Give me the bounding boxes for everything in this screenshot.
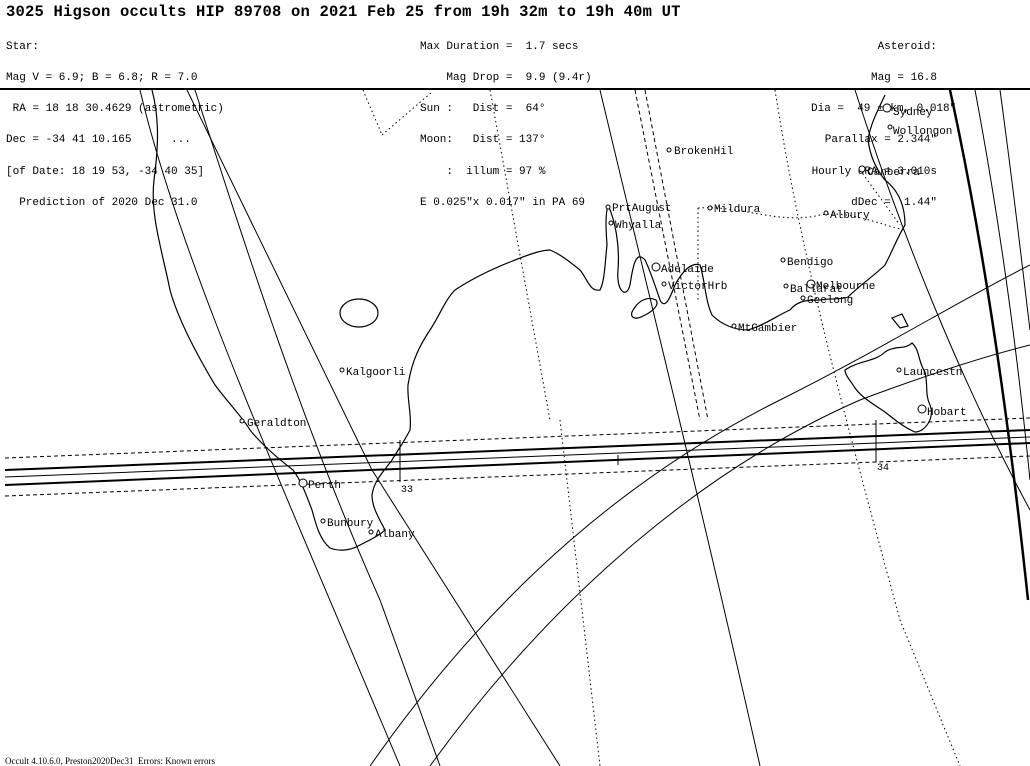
city-dot [661, 281, 667, 287]
city-labels: Sydney Wollongon BrokenHil Canberra PrtA… [247, 107, 967, 541]
thin-curve [999, 89, 1030, 331]
city-label-geraldton: Geraldton [247, 418, 306, 430]
city-label-prtaugust: PrtAugust [612, 203, 671, 215]
city-dot [605, 204, 611, 210]
dashed-line [644, 89, 709, 421]
city-label-launcestn: Launcestn [903, 367, 962, 379]
dotted-line [489, 89, 551, 421]
path-map: 33 34 Sydney Wollongon BrokenHil Canberr… [4, 89, 1030, 766]
city-label-kalgoorli: Kalgoorli [346, 367, 406, 379]
city-dot [666, 147, 672, 153]
salt-lake [339, 298, 379, 328]
city-label-brokenhil: BrokenHil [674, 146, 733, 158]
city-label-whyalla: Whyalla [615, 220, 662, 232]
city-dot [823, 210, 829, 216]
island-flinders [891, 313, 909, 329]
city-dot [780, 257, 786, 263]
city-dot [608, 220, 614, 226]
city-label-canberra: Canberra [867, 167, 920, 179]
graticule-line [186, 89, 561, 766]
city-dot [651, 262, 661, 272]
city-label-albury: Albury [830, 210, 870, 222]
graticule-line [599, 89, 761, 766]
city-dot [887, 124, 893, 130]
city-label-melbourne: Melbourne [816, 281, 875, 293]
city-label-bendigo: Bendigo [787, 257, 833, 269]
city-label-hobart: Hobart [927, 407, 967, 419]
city-markers [239, 103, 927, 535]
city-dot [368, 529, 374, 535]
city-dot [339, 367, 345, 373]
software-footer: Occult 4.10.6.0, Preston2020Dec31 Errors… [5, 756, 215, 766]
city-dot [298, 478, 308, 488]
city-label-sydney: Sydney [893, 107, 933, 119]
city-label-perth: Perth [308, 480, 341, 492]
city-label-victorhrb: VictorHrb [668, 281, 727, 293]
city-dot [800, 295, 806, 301]
city-dot [858, 165, 866, 173]
occultation-map-page: 3025 Higson occults HIP 89708 on 2021 Fe… [0, 0, 1030, 766]
city-dot [783, 283, 789, 289]
dotted-gridlines [362, 89, 961, 766]
city-dot [239, 418, 245, 424]
city-label-wollongon: Wollongon [893, 126, 952, 138]
city-label-geelong: Geelong [807, 295, 853, 307]
city-label-bunbury: Bunbury [327, 518, 374, 530]
city-dot [320, 518, 326, 524]
thin-curve [974, 89, 1030, 481]
city-dot [731, 323, 737, 329]
city-label-mildura: Mildura [714, 204, 761, 216]
kangaroo-island [631, 297, 658, 319]
right-curves [948, 89, 1030, 601]
tick-label-33: 33 [401, 485, 413, 496]
dotted-line [381, 91, 433, 136]
city-dot [896, 367, 902, 373]
tick-label-34: 34 [877, 463, 889, 474]
city-dot [882, 103, 892, 113]
coastline-tasmania [844, 342, 932, 433]
city-dot [917, 404, 927, 414]
graticule-line [369, 264, 1030, 766]
city-label-adelaide: Adelaide [661, 264, 714, 276]
dotted-line [362, 89, 383, 136]
city-dot [707, 205, 713, 211]
graticule-line [194, 89, 441, 766]
city-label-mtgambier: MtGambier [738, 323, 797, 335]
city-label-albany: Albany [375, 529, 415, 541]
